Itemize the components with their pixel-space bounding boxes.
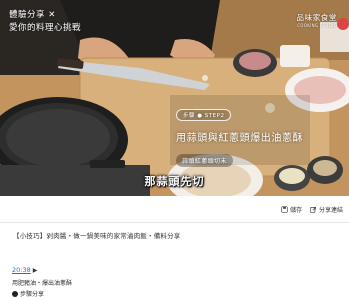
chapter-link[interactable]: 20:38 ▶ [12,266,37,274]
video-actions: 儲存 分享連結 [281,205,343,214]
brand-name: 品味家食堂 [296,13,337,22]
divider [0,222,349,223]
video-player[interactable]: 體驗分享 ✕ 愛你的料理心挑戰 品味家食堂 COOKING STUDIO 步驟 … [0,0,349,196]
save-button[interactable]: 儲存 [281,205,302,214]
step-title: 用蒜頭與紅蔥頭爆出油蔥酥 [176,133,304,144]
watermark-line-2: 愛你的料理心挑戰 [9,23,82,33]
share-link-button[interactable]: 分享連結 [310,205,343,214]
play-icon: ▶ [32,266,38,274]
video-description: 【小技巧】剁肉醬・做一鍋美味的家常滷肉飯・備料分享 [13,232,181,240]
context-label: 步驟分享 [20,291,45,297]
brand-watermark: 品味家食堂 COOKING STUDIO [297,12,338,28]
context-row: 步驟分享 [12,289,44,297]
step-overlay: 步驟 ● STEP2 用蒜頭與紅蔥頭爆出油蔥酥 蒜頭紅蔥頭切末 [176,102,304,167]
step-subtitle: 蒜頭紅蔥頭切末 [176,154,233,167]
context-icon [12,290,18,297]
save-icon [281,206,288,213]
step-tag: 步驟 ● STEP2 [176,109,232,121]
save-label: 儲存 [289,207,302,214]
watermark-line-1: 體驗分享 ✕ [9,10,56,20]
channel-watermark: 體驗分享 ✕ 愛你的料理心挑戰 [9,9,81,35]
brand-subtitle: COOKING STUDIO [297,23,337,28]
share-label: 分享連結 [318,207,343,214]
share-icon [310,207,316,213]
video-caption: 那蒜頭先切 [144,175,205,188]
chapter-title: 用肥豬油・爆出油蔥酥 [12,280,73,287]
chapter-timestamp[interactable]: 20:38 [12,266,31,274]
